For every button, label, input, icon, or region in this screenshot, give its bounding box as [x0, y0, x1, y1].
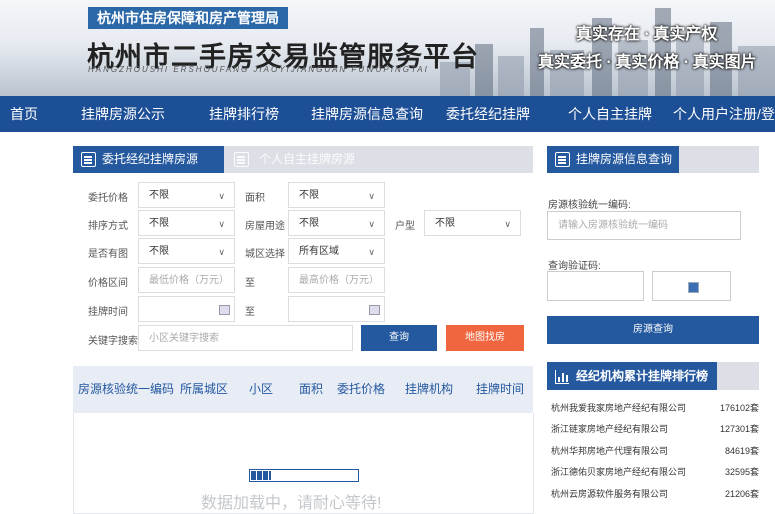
- table-header: 房源核验统一编码 所属城区 小区 面积 委托价格 挂牌机构 挂牌时间: [73, 366, 533, 413]
- photo-label: 是否有图: [88, 249, 128, 260]
- listing-search-button[interactable]: 房源查询: [547, 316, 759, 344]
- table-body: 数据加载中，请耐心等待!: [73, 413, 534, 514]
- time-to-label: 至: [245, 307, 255, 318]
- ranking-header: 经纪机构累计挂牌排行榜: [547, 362, 759, 390]
- col-district: 所属城区: [180, 382, 229, 396]
- nav-self-listing[interactable]: 个人自主挂牌: [568, 96, 652, 132]
- nav-home[interactable]: 首页: [10, 96, 38, 132]
- main-nav: 首页 挂牌房源公示 挂牌排行榜 挂牌房源信息查询 委托经纪挂牌 个人自主挂牌 个…: [0, 96, 775, 132]
- district-label: 城区选择: [245, 249, 285, 260]
- tab-self-listings[interactable]: 个人自主挂牌房源: [231, 146, 411, 173]
- col-agency: 挂牌机构: [405, 382, 454, 396]
- ranking-row[interactable]: 杭州华邦房地产代理有限公司 84619套: [551, 444, 759, 465]
- slogan-line-2: 真实委托 · 真实价格 · 真实图片: [538, 54, 757, 71]
- range-to-label: 至: [245, 278, 255, 289]
- code-input[interactable]: 请输入房源核验统一编码: [547, 211, 741, 240]
- district-select[interactable]: 所有区域 ∨: [288, 238, 385, 264]
- col-time: 挂牌时间: [476, 382, 525, 396]
- chevron-down-icon: ∨: [368, 219, 375, 229]
- col-area: 面积: [299, 382, 324, 396]
- price-label: 委托价格: [88, 193, 128, 204]
- loading-message: 数据加载中，请耐心等待!: [201, 495, 382, 512]
- area-label: 面积: [245, 193, 265, 204]
- keyword-label: 关键字搜索: [88, 336, 138, 347]
- platform-pinyin: HANGZHOUSHI ERSHOUFANG JIAOYIJIANGUAN FU…: [88, 65, 429, 74]
- end-date-input[interactable]: [288, 296, 385, 322]
- listing-tabs: 委托经纪挂牌房源 个人自主挂牌房源: [73, 146, 533, 173]
- usage-select[interactable]: 不限 ∨: [288, 210, 385, 236]
- loading-bar: [249, 469, 359, 482]
- ranking-row[interactable]: 杭州我爱我家房地产经纪有限公司 176102套: [551, 401, 759, 422]
- query-button[interactable]: 查询: [361, 325, 437, 351]
- sort-label: 排序方式: [88, 221, 128, 232]
- keyword-input[interactable]: 小区关键字搜索: [138, 325, 353, 351]
- calendar-icon[interactable]: [219, 305, 230, 315]
- min-price-input[interactable]: 最低价格（万元）: [138, 267, 235, 293]
- chevron-down-icon: ∨: [504, 219, 511, 229]
- chevron-down-icon: ∨: [368, 191, 375, 201]
- map-search-button[interactable]: 地图找房: [446, 325, 524, 351]
- code-label: 房源核验统一编码:: [548, 200, 631, 211]
- start-date-input[interactable]: [138, 296, 235, 322]
- bar-chart-icon: [555, 370, 569, 384]
- query-panel-title: 挂牌房源信息查询: [576, 152, 673, 166]
- col-code: 房源核验统一编码: [78, 382, 175, 396]
- chevron-down-icon: ∨: [218, 191, 225, 201]
- usage-label: 房屋用途: [245, 221, 285, 232]
- layout-label: 户型: [395, 221, 415, 232]
- listing-time-label: 挂牌时间: [88, 307, 128, 318]
- chevron-down-icon: ∨: [218, 219, 225, 229]
- max-price-input[interactable]: 最高价格（万元）: [288, 267, 385, 293]
- verify-label: 查询验证码:: [548, 261, 601, 272]
- price-select[interactable]: 不限 ∨: [138, 182, 235, 208]
- ranking-row[interactable]: 杭州云房源软件服务有限公司 21206套: [551, 487, 759, 508]
- site-header: 杭州市住房保障和房产管理局 杭州市二手房交易监管服务平台 HANGZHOUSHI…: [0, 0, 775, 96]
- photo-select[interactable]: 不限 ∨: [138, 238, 235, 264]
- list-icon: [234, 152, 249, 167]
- verify-code-input[interactable]: [547, 271, 644, 301]
- sort-select[interactable]: 不限 ∨: [138, 210, 235, 236]
- ranking-row[interactable]: 浙江链家房地产经纪有限公司 127301套: [551, 422, 759, 443]
- slogan-line-1: 真实存在 · 真实产权: [576, 26, 718, 43]
- nav-ranking[interactable]: 挂牌排行榜: [209, 96, 279, 132]
- col-community: 小区: [249, 382, 274, 396]
- col-price: 委托价格: [337, 382, 386, 396]
- query-panel-header: 挂牌房源信息查询: [547, 146, 759, 173]
- price-range-label: 价格区间: [88, 278, 128, 289]
- calendar-icon[interactable]: [369, 305, 380, 315]
- layout-select[interactable]: 不限 ∨: [424, 210, 521, 236]
- nav-register-login[interactable]: 个人用户注册/登录: [673, 96, 775, 132]
- captcha-image[interactable]: [652, 271, 731, 301]
- nav-listing-query[interactable]: 挂牌房源信息查询: [311, 96, 423, 132]
- image-placeholder-icon: [688, 282, 699, 293]
- ranking-title: 经纪机构累计挂牌排行榜: [576, 369, 709, 383]
- tab-agent-listings[interactable]: 委托经纪挂牌房源: [73, 146, 224, 173]
- area-select[interactable]: 不限 ∨: [288, 182, 385, 208]
- list-icon: [81, 152, 96, 167]
- chevron-down-icon: ∨: [368, 247, 375, 257]
- nav-agent-listing[interactable]: 委托经纪挂牌: [446, 96, 530, 132]
- bureau-badge: 杭州市住房保障和房产管理局: [88, 7, 288, 29]
- nav-listing-notice[interactable]: 挂牌房源公示: [81, 96, 165, 132]
- chevron-down-icon: ∨: [218, 247, 225, 257]
- ranking-row[interactable]: 浙江德佑贝家房地产经纪有限公司 32595套: [551, 465, 759, 486]
- list-icon: [555, 152, 570, 167]
